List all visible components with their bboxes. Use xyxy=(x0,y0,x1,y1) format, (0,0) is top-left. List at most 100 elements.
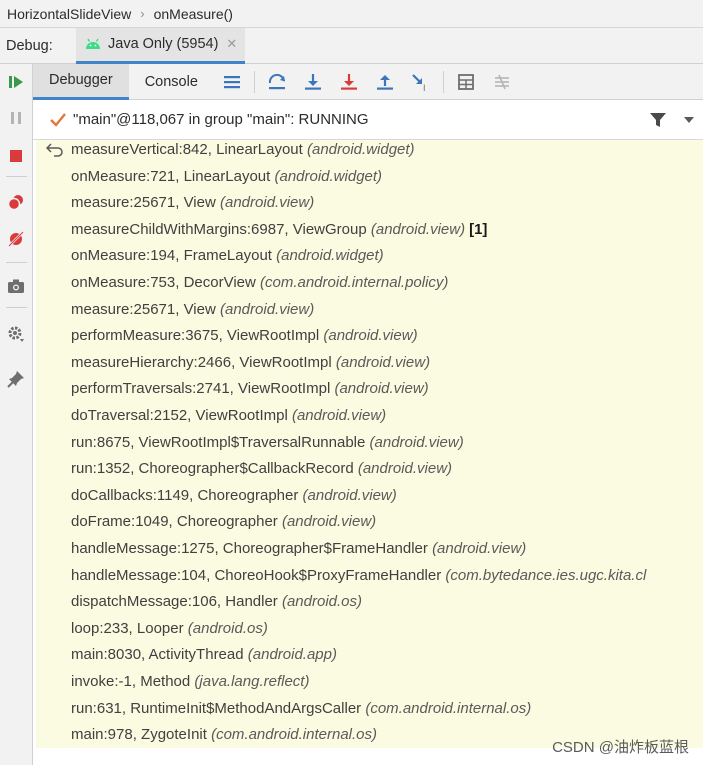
stack-frame[interactable]: doFrame:1049, Choreographer (android.vie… xyxy=(36,512,703,538)
frame-method: doFrame:1049, Choreographer xyxy=(71,513,278,531)
frame-method: measure:25671, View xyxy=(71,300,216,318)
frame-method: onMeasure:721, LinearLayout xyxy=(71,167,271,185)
frame-method: run:1352, Choreographer$CallbackRecord xyxy=(71,460,354,478)
frame-package: (android.view) xyxy=(220,194,315,212)
frame-method: handleMessage:104, ChoreoHook$ProxyFrame… xyxy=(71,566,442,584)
frame-method: run:631, RuntimeInit$MethodAndArgsCaller xyxy=(71,699,362,717)
step-into-icon[interactable] xyxy=(303,72,323,92)
debugger-toolbar: Debugger Console I xyxy=(33,63,703,100)
stack-frame[interactable]: handleMessage:1275, Choreographer$FrameH… xyxy=(36,539,703,565)
chevron-down-icon[interactable] xyxy=(683,116,695,124)
pin-icon[interactable] xyxy=(6,369,26,389)
stack-frame[interactable]: measure:25671, View (android.view) xyxy=(36,300,703,326)
frame-package: (com.bytedance.ies.ugc.kita.cl xyxy=(445,566,647,584)
stack-frame[interactable]: invoke:-1, Method (java.lang.reflect) xyxy=(36,672,703,698)
frame-method: onMeasure:753, DecorView xyxy=(71,274,256,291)
evaluate-icon[interactable] xyxy=(456,72,476,92)
frame-package: (com.android.internal.os) xyxy=(365,699,532,717)
toolbar-separator xyxy=(442,70,444,93)
frame-package: (android.app) xyxy=(247,646,337,664)
breadcrumb-class[interactable]: HorizontalSlideView xyxy=(7,6,131,22)
stack-frame[interactable]: measure:25671, View (android.view) xyxy=(36,193,703,219)
stack-frame[interactable]: dispatchMessage:106, Handler (android.os… xyxy=(36,592,703,618)
frame-method: dispatchMessage:106, Handler xyxy=(71,593,278,611)
stack-frame[interactable]: main:8030, ActivityThread (android.app) xyxy=(36,645,703,671)
force-step-into-icon[interactable] xyxy=(339,72,359,92)
frame-package: (android.view) xyxy=(335,353,431,371)
frame-package: (android.view) xyxy=(334,380,429,398)
breadcrumb-separator-icon: › xyxy=(140,6,145,21)
frame-method: doTraversal:2152, ViewRootImpl xyxy=(71,407,288,424)
frame-method: measureHierarchy:2466, ViewRootImpl xyxy=(71,353,332,371)
thread-label: "main"@118,067 in group "main": RUNNING xyxy=(73,111,369,128)
stack-frame[interactable]: handleMessage:104, ChoreoHook$ProxyFrame… xyxy=(36,566,703,592)
stack-frame[interactable]: measureChildWithMargins:6987, ViewGroup … xyxy=(36,220,703,246)
camera-icon[interactable] xyxy=(6,276,26,296)
session-tab-label: Java Only (5954) xyxy=(108,36,219,52)
frame-package: (android.view) xyxy=(302,486,397,504)
android-icon xyxy=(86,38,100,49)
frame-package: (android.view) xyxy=(370,220,466,238)
tab-debugger[interactable]: Debugger xyxy=(33,63,129,100)
stop-icon[interactable] xyxy=(6,146,26,166)
stack-frame[interactable]: onMeasure:721, LinearLayout (android.wid… xyxy=(36,167,703,193)
toolbar-separator xyxy=(253,70,255,93)
breadcrumb-method[interactable]: onMeasure() xyxy=(154,6,233,22)
frame-method: performMeasure:3675, ViewRootImpl xyxy=(71,327,320,345)
mute-breakpoints-icon[interactable] xyxy=(6,229,26,249)
stack-frame[interactable]: doCallbacks:1149, Choreographer (android… xyxy=(36,486,703,512)
return-icon xyxy=(46,143,63,157)
frame-package: (android.widget) xyxy=(306,141,415,158)
frame-method: loop:233, Looper xyxy=(71,619,184,637)
frame-package: (com.android.internal.os) xyxy=(211,726,378,744)
stack-frame[interactable]: measureHierarchy:2466, ViewRootImpl (and… xyxy=(36,353,703,379)
frame-package: (java.lang.reflect) xyxy=(194,673,310,690)
frame-package: (android.view) xyxy=(281,513,377,531)
frame-package: (android.view) xyxy=(220,300,315,318)
frames-list: measureVertical:842, LinearLayout (andro… xyxy=(36,140,703,748)
frame-package: (android.view) xyxy=(323,327,418,345)
step-out-icon[interactable] xyxy=(375,72,395,92)
frame-package: (android.os) xyxy=(187,619,268,637)
resume-icon[interactable] xyxy=(6,72,26,92)
frame-badge: [1] xyxy=(469,220,488,238)
frame-package: (android.view) xyxy=(432,540,527,557)
stack-frame[interactable]: onMeasure:194, FrameLayout (android.widg… xyxy=(36,246,703,272)
tab-console-label: Console xyxy=(144,73,198,90)
settings-icon[interactable] xyxy=(6,324,26,344)
pause-icon[interactable] xyxy=(6,108,26,128)
frame-package: (android.view) xyxy=(291,407,387,424)
frame-package: (com.android.internal.policy) xyxy=(260,274,449,291)
close-icon[interactable]: ✕ xyxy=(226,36,237,52)
session-tab[interactable]: Java Only (5954) ✕ xyxy=(76,27,246,64)
stack-frame[interactable]: onMeasure:753, DecorView (com.android.in… xyxy=(36,273,703,299)
breadcrumb: HorizontalSlideView › onMeasure() xyxy=(0,0,703,28)
run-to-cursor-icon[interactable]: I xyxy=(411,72,431,92)
check-icon xyxy=(50,112,66,127)
stack-frame[interactable]: run:8675, ViewRootImpl$TraversalRunnable… xyxy=(36,433,703,459)
frame-package: (android.widget) xyxy=(274,167,383,185)
frame-method: run:8675, ViewRootImpl$TraversalRunnable xyxy=(71,433,366,451)
frame-method: onMeasure:194, FrameLayout xyxy=(71,247,272,265)
svg-text:I: I xyxy=(423,83,426,92)
stack-frame[interactable]: performMeasure:3675, ViewRootImpl (andro… xyxy=(36,326,703,352)
frame-method: performTraversals:2741, ViewRootImpl xyxy=(71,380,331,398)
stack-frame[interactable]: measureVertical:842, LinearLayout (andro… xyxy=(36,140,703,166)
view-breakpoints-icon[interactable] xyxy=(6,192,26,212)
filter-icon[interactable] xyxy=(649,111,667,129)
menu-icon[interactable] xyxy=(222,72,242,92)
stack-frame[interactable]: run:1352, Choreographer$CallbackRecord (… xyxy=(36,459,703,485)
frame-method: main:8030, ActivityThread xyxy=(71,646,244,664)
thread-selector[interactable]: "main"@118,067 in group "main": RUNNING xyxy=(33,100,703,140)
debug-session-bar: Debug: Java Only (5954) ✕ xyxy=(0,27,703,64)
stack-frame[interactable]: performTraversals:2741, ViewRootImpl (an… xyxy=(36,379,703,405)
tab-console[interactable]: Console xyxy=(129,64,214,100)
step-over-icon[interactable] xyxy=(267,72,287,92)
frame-method: handleMessage:1275, Choreographer$FrameH… xyxy=(71,540,428,557)
stack-frame[interactable]: doTraversal:2152, ViewRootImpl (android.… xyxy=(36,406,703,432)
frame-method: invoke:-1, Method xyxy=(71,673,191,690)
frame-method: main:978, ZygoteInit xyxy=(71,726,207,744)
stack-frame[interactable]: run:631, RuntimeInit$MethodAndArgsCaller… xyxy=(36,699,703,725)
stack-frame[interactable]: loop:233, Looper (android.os) xyxy=(36,619,703,645)
trace-icon[interactable] xyxy=(492,72,512,92)
